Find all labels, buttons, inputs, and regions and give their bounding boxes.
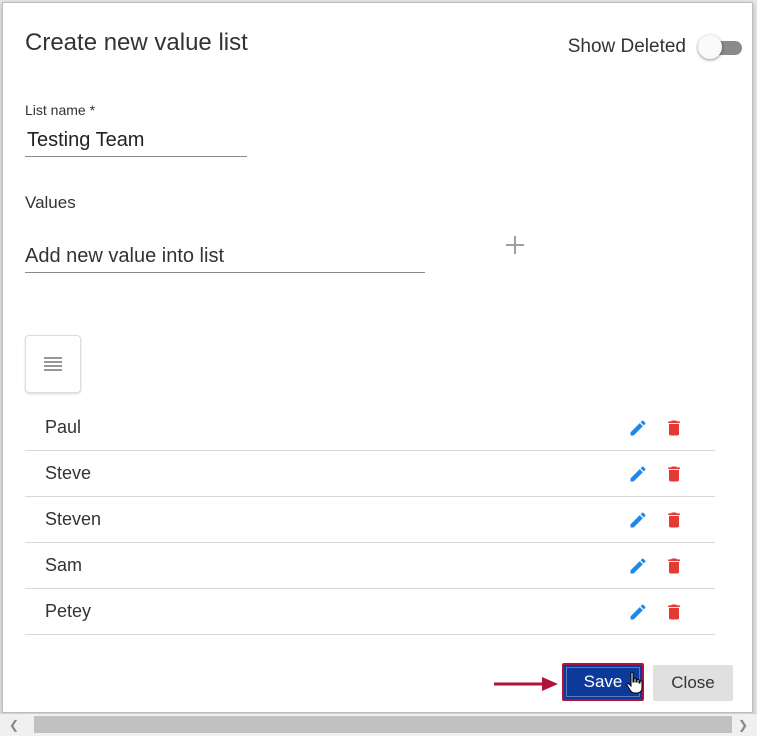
value-label: Petey [45,601,92,621]
create-value-list-dialog: Create new value list Show Deleted List … [2,2,753,713]
horizontal-scrollbar[interactable]: ❮ ❯ [0,713,757,736]
switch-thumb[interactable] [698,35,722,59]
delete-value-button[interactable] [664,556,684,576]
value-row: Petey [25,589,715,635]
add-value-button[interactable] [501,231,529,259]
trash-icon [668,512,680,528]
value-label: Paul [45,417,82,437]
trash-icon [668,604,680,620]
value-row: Paul [25,405,715,451]
pencil-icon [630,558,646,574]
scrollbar-thumb[interactable] [34,716,732,733]
new-value-input[interactable] [25,241,425,273]
value-label: Steven [45,509,102,529]
delete-value-button[interactable] [664,418,684,438]
pencil-icon [630,604,646,620]
show-deleted-toggle[interactable]: Show Deleted [567,35,742,59]
trash-icon [668,558,680,574]
edit-value-button[interactable] [628,464,648,484]
edit-value-button[interactable] [628,556,648,576]
value-row: Sam [25,543,715,589]
values-label: Values [25,193,76,212]
reorder-icon [44,357,62,371]
show-deleted-label: Show Deleted [567,36,686,57]
arrow-right-icon [494,677,558,691]
value-label: Sam [45,555,83,575]
delete-value-button[interactable] [664,510,684,530]
value-label: Steve [45,463,92,483]
save-button[interactable]: Save [562,663,644,701]
scroll-left-icon[interactable]: ❮ [6,717,22,733]
pencil-icon [630,466,646,482]
close-button[interactable]: Close [653,665,733,701]
value-row: Steven [25,497,715,543]
dialog-title: Create new value list [25,29,248,56]
delete-value-button[interactable] [664,602,684,622]
edit-value-button[interactable] [628,510,648,530]
trash-icon [668,466,680,482]
trash-icon [668,420,680,436]
list-name-input[interactable] [25,125,247,157]
plus-icon [506,236,524,254]
reorder-button[interactable] [25,335,81,393]
edit-value-button[interactable] [628,602,648,622]
pencil-icon [630,420,646,436]
edit-value-button[interactable] [628,418,648,438]
value-list: Paul Steve Steven Sam Petey [25,405,715,635]
delete-value-button[interactable] [664,464,684,484]
pencil-icon [630,512,646,528]
list-name-label: List name * [25,102,96,118]
scroll-right-icon[interactable]: ❯ [735,717,751,733]
show-deleted-switch[interactable] [698,35,742,59]
value-row: Steve [25,451,715,497]
